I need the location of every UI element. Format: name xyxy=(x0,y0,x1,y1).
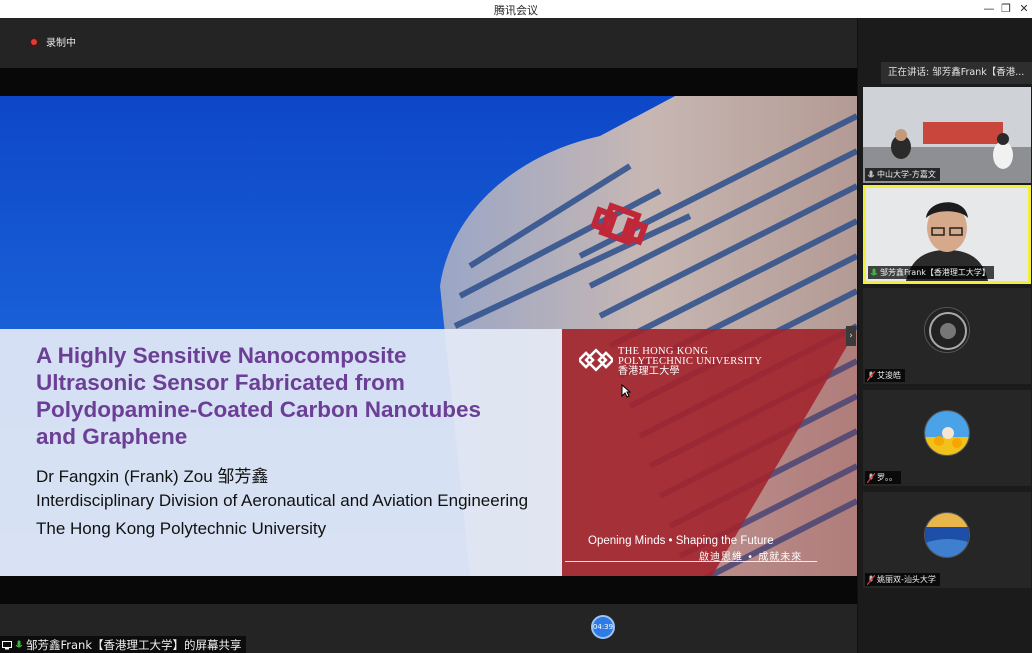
close-button[interactable]: ✕ xyxy=(1016,1,1032,17)
participant-name-tag: 艾浚皓 xyxy=(865,369,905,382)
window-titlebar: 腾讯会议 — ❐ ✕ xyxy=(0,0,1032,18)
participant-name: 姚丽双-汕头大学 xyxy=(877,575,936,584)
presentation-slide: A Highly Sensitive Nanocomposite Ultraso… xyxy=(0,96,857,576)
participant-name-tag: 罗。。 xyxy=(865,471,901,484)
microphone-muted-icon xyxy=(867,472,875,483)
microphone-muted-icon xyxy=(867,370,875,381)
avatar xyxy=(924,512,970,558)
recording-label: 录制中 xyxy=(46,38,76,49)
motto-english: Opening Minds • Shaping the Future xyxy=(588,535,774,547)
participant-tile[interactable]: 艾浚皓 xyxy=(863,288,1031,384)
participant-name: 邹芳鑫Frank【香港理工大学】 xyxy=(880,268,990,277)
minimize-button[interactable]: — xyxy=(981,1,997,17)
slide-university: The Hong Kong Polytechnic University xyxy=(36,519,327,538)
microphone-active-icon xyxy=(870,268,878,275)
participant-name-tag: 邹芳鑫Frank【香港理工大学】 xyxy=(868,266,994,279)
slide-title-line: A Highly Sensitive Nanocomposite xyxy=(36,343,407,368)
avatar xyxy=(924,410,970,456)
participant-name: 中山大学-方嘉文 xyxy=(877,170,936,179)
sidebar-collapse-handle[interactable]: › xyxy=(846,326,856,346)
recording-dot-icon xyxy=(29,36,39,47)
slide-text-panel: A Highly Sensitive Nanocomposite Ultraso… xyxy=(0,329,562,576)
meeting-timer[interactable]: 04:39 xyxy=(591,615,615,639)
screen-share-icon xyxy=(2,640,12,649)
slide-title-line: Polydopamine-Coated Carbon Nanotubes xyxy=(36,397,482,422)
logo-line: 香港理工大學 xyxy=(618,366,680,377)
slide-title: A Highly Sensitive Nanocomposite Ultraso… xyxy=(36,342,556,450)
slide-title-line: and Graphene xyxy=(36,424,188,449)
microphone-icon xyxy=(15,640,23,648)
slide-department: Interdisciplinary Division of Aeronautic… xyxy=(36,491,529,510)
bottom-letterbox xyxy=(0,576,857,604)
participant-name: 艾浚皓 xyxy=(877,371,901,380)
restore-button[interactable]: ❐ xyxy=(998,1,1014,17)
polyu-logo-text: THE HONG KONG POLYTECHNIC UNIVERSITY 香港理… xyxy=(618,346,762,377)
participant-tile-active[interactable]: 邹芳鑫Frank【香港理工大学】 xyxy=(863,185,1031,284)
participant-tile[interactable]: 姚丽双-汕头大学 xyxy=(863,492,1031,588)
mouse-cursor-icon xyxy=(621,384,631,398)
window-title: 腾讯会议 xyxy=(494,4,538,17)
motto-underline xyxy=(565,561,817,562)
microphone-muted-icon xyxy=(867,574,875,585)
screen-share-label[interactable]: 邹芳鑫Frank【香港理工大学】的屏幕共享 xyxy=(0,636,246,653)
participant-name-tag: 姚丽双-汕头大学 xyxy=(865,573,940,586)
top-letterbox xyxy=(0,68,857,96)
avatar xyxy=(924,307,970,353)
participant-tile[interactable]: 罗。。 xyxy=(863,390,1031,486)
slide-title-line: Ultrasonic Sensor Fabricated from xyxy=(36,370,405,395)
microphone-icon xyxy=(867,170,875,177)
participant-tile[interactable]: 中山大学-方嘉文 xyxy=(863,87,1031,183)
participant-name-tag: 中山大学-方嘉文 xyxy=(865,168,940,181)
slide-author: Dr Fangxin (Frank) Zou 邹芳鑫 xyxy=(36,467,269,486)
recording-indicator[interactable]: 录制中 xyxy=(29,34,76,49)
participant-name: 罗。。 xyxy=(877,473,897,482)
polyu-logo-icon xyxy=(579,348,613,372)
screen-share-text: 邹芳鑫Frank【香港理工大学】的屏幕共享 xyxy=(26,638,242,652)
speaking-indicator: 正在讲话: 邹芳鑫Frank【香港... xyxy=(881,62,1032,84)
